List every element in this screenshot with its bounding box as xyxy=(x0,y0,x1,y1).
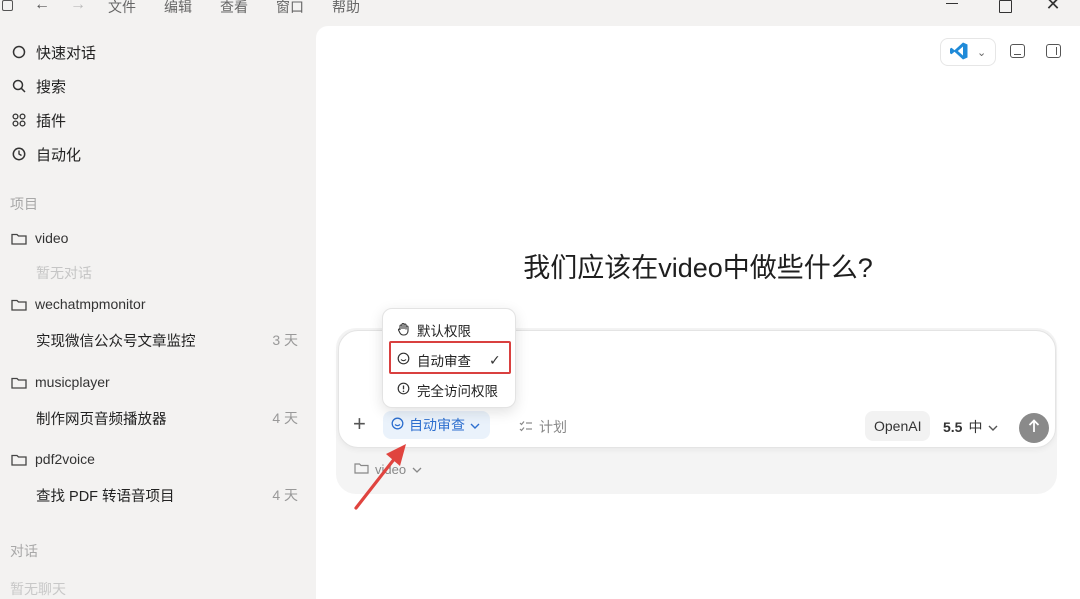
nav-automation[interactable]: 自动化 xyxy=(10,141,81,167)
conversation-age: 4 天 xyxy=(272,487,298,503)
highlight-box xyxy=(389,341,511,374)
title-bar: ← → 文件 编辑 查看 窗口 帮助 ✕ xyxy=(0,0,1080,18)
project-wechatmpmonitor[interactable]: wechatmpmonitor xyxy=(10,295,146,313)
menu-item-default-permission[interactable]: 默认权限 xyxy=(397,320,471,340)
back-arrow-icon[interactable]: ← xyxy=(34,0,50,14)
folder-icon xyxy=(10,295,28,313)
close-icon[interactable]: ✕ xyxy=(1041,0,1065,15)
project-musicplayer[interactable]: musicplayer xyxy=(10,373,110,391)
model-label: OpenAI xyxy=(874,418,922,434)
project-name: wechatmpmonitor xyxy=(35,296,146,312)
annotation-arrow-icon xyxy=(354,444,406,510)
alert-icon xyxy=(397,382,410,398)
conversation-title: 查找 PDF 转语音项目 xyxy=(36,489,175,505)
sidebar: 快速对话 搜索 插件 自动化 项目 video 暂无对话 wechatmpmon… xyxy=(0,30,316,599)
permission-dropdown[interactable]: 自动审查 xyxy=(383,411,490,439)
plan-label: 计划 xyxy=(539,419,567,435)
menu-view[interactable]: 查看 xyxy=(220,0,248,17)
forward-arrow-icon[interactable]: → xyxy=(70,0,86,14)
conversation-age: 4 天 xyxy=(272,410,298,426)
project-name: video xyxy=(35,230,69,246)
page-title: 我们应该在video中做些什么? xyxy=(523,253,873,283)
conversation-age: 3 天 xyxy=(272,332,298,348)
project-name: musicplayer xyxy=(35,374,110,390)
conversation-item[interactable]: 制作网页音频播放器 4 天 xyxy=(36,408,298,429)
project-pdf2voice[interactable]: pdf2voice xyxy=(10,450,95,468)
chevron-down-icon: ⌄ xyxy=(977,46,987,59)
vscode-icon xyxy=(949,41,969,64)
empty-conversations: 暂无对话 xyxy=(36,265,92,281)
nav-search[interactable]: 搜索 xyxy=(10,73,66,99)
projects-section-label: 项目 xyxy=(10,196,38,212)
project-video[interactable]: video xyxy=(10,229,68,247)
conversation-item[interactable]: 实现微信公众号文章监控 3 天 xyxy=(36,330,298,351)
side-panel-icon[interactable] xyxy=(1046,44,1061,58)
maximize-icon[interactable] xyxy=(993,0,1017,13)
project-name: pdf2voice xyxy=(35,451,95,467)
model-selector[interactable]: OpenAI xyxy=(865,411,931,441)
clock-icon xyxy=(10,145,28,163)
hand-icon xyxy=(397,322,410,339)
menu-file[interactable]: 文件 xyxy=(108,0,136,17)
conversation-title: 制作网页音频播放器 xyxy=(36,412,167,428)
plan-toggle[interactable]: 计划 xyxy=(519,417,567,437)
sidebar-toggle-icon[interactable] xyxy=(2,0,13,11)
permission-label: 自动审查 xyxy=(409,417,465,433)
effort-label: 中 xyxy=(968,419,983,435)
folder-icon xyxy=(10,229,28,247)
terminal-panel-icon[interactable] xyxy=(1010,44,1025,58)
menu-help[interactable]: 帮助 xyxy=(332,0,360,17)
chats-empty-text: 暂无聊天 xyxy=(10,581,66,597)
menu-edit[interactable]: 编辑 xyxy=(164,0,192,17)
menu-item-full-access[interactable]: 完全访问权限 xyxy=(397,380,498,400)
menu-item-label: 完全访问权限 xyxy=(417,384,498,399)
chevron-down-icon xyxy=(470,417,480,433)
circle-icon xyxy=(10,43,28,61)
folder-icon xyxy=(10,373,28,391)
conversation-item[interactable]: 查找 PDF 转语音项目 4 天 xyxy=(36,485,298,506)
folder-icon xyxy=(10,450,28,468)
open-in-ide-button[interactable]: ⌄ xyxy=(940,38,996,66)
checklist-icon xyxy=(519,419,533,435)
nav-label: 插件 xyxy=(36,112,67,130)
menu-window[interactable]: 窗口 xyxy=(276,0,304,17)
arrow-up-icon xyxy=(1028,418,1040,438)
chevron-down-icon xyxy=(988,419,998,435)
nav-quick-chat[interactable]: 快速对话 xyxy=(10,39,96,65)
minimize-icon[interactable] xyxy=(940,0,964,4)
chats-section-label: 对话 xyxy=(10,543,38,559)
search-icon xyxy=(10,77,28,95)
conversation-title: 实现微信公众号文章监控 xyxy=(36,334,196,350)
smile-shield-icon xyxy=(391,417,404,433)
nav-label: 自动化 xyxy=(36,146,82,164)
nav-label: 搜索 xyxy=(36,78,67,96)
nav-label: 快速对话 xyxy=(36,44,97,62)
model-version: 5.5 xyxy=(943,419,963,435)
grid-icon xyxy=(10,111,28,129)
effort-selector[interactable]: 5.5 中 xyxy=(943,417,998,437)
add-attachment-icon[interactable]: + xyxy=(353,413,366,435)
nav-plugins[interactable]: 插件 xyxy=(10,107,66,133)
menu-item-label: 默认权限 xyxy=(417,324,471,339)
send-button[interactable] xyxy=(1019,413,1049,443)
